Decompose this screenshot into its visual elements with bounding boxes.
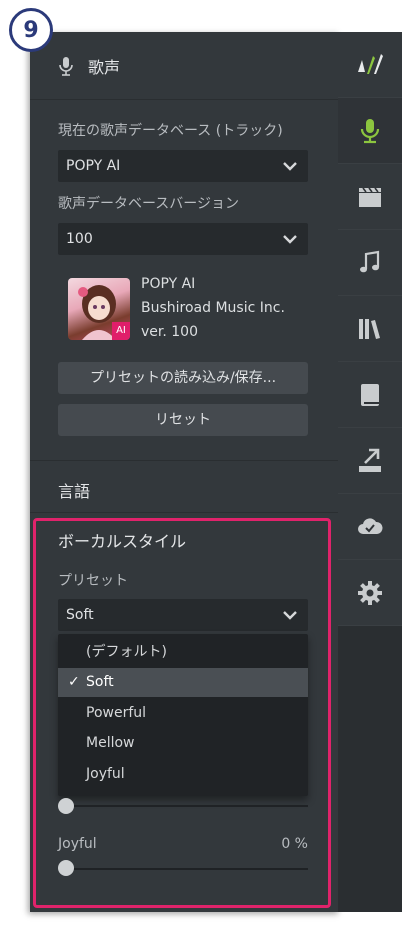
sidebar-item-export[interactable] [338,428,402,494]
sidebar-item-voice[interactable] [338,98,402,164]
library-icon [359,318,380,339]
voicebank-value: POPY AI [66,158,121,174]
version-value: 100 [66,231,93,247]
sidebar-item-music[interactable] [338,230,402,296]
music-note-icon [360,250,380,272]
panel-header: 歌声 [30,32,340,100]
ai-badge: AI [112,322,130,340]
preset-load-save-button[interactable]: プリセットの読み込み/保存... [58,362,308,394]
reset-button[interactable]: リセット [58,404,308,436]
voicebank-publisher: Bushiroad Music Inc. [141,300,285,316]
export-icon [359,448,381,472]
language-section-title[interactable]: 言語 [58,478,90,502]
step-badge: 9 [9,8,53,52]
cloud-check-icon [358,517,383,534]
microphone-icon [59,57,73,76]
clapperboard-icon [359,187,381,207]
version-label: 歌声データベースバージョン [58,196,240,212]
sidebar-item-cloud[interactable] [338,494,402,560]
logo-icon [358,53,383,74]
sidebar-item-library[interactable] [338,296,402,362]
sidebar-item-manual[interactable] [338,362,402,428]
gear-icon [358,580,382,605]
microphone-icon [360,118,380,143]
version-select[interactable]: 100 [58,223,308,255]
highlight-frame [33,518,331,908]
panel-title: 歌声 [88,58,121,77]
book-icon [361,383,379,406]
voicebank-label: 現在の歌声データベース (トラック) [58,123,283,139]
chevron-down-icon [283,235,297,244]
sidebar-item-settings[interactable] [338,560,402,626]
chevron-down-icon [283,162,297,171]
logo-button[interactable] [338,32,402,98]
voicebank-avatar: AI [68,278,130,340]
voicebank-name: POPY AI [141,276,196,292]
sidebar [338,32,402,912]
divider [30,460,340,461]
voicebank-select[interactable]: POPY AI [58,150,308,182]
voicebank-version: ver. 100 [141,324,198,340]
sidebar-item-scene[interactable] [338,164,402,230]
divider [30,512,340,513]
